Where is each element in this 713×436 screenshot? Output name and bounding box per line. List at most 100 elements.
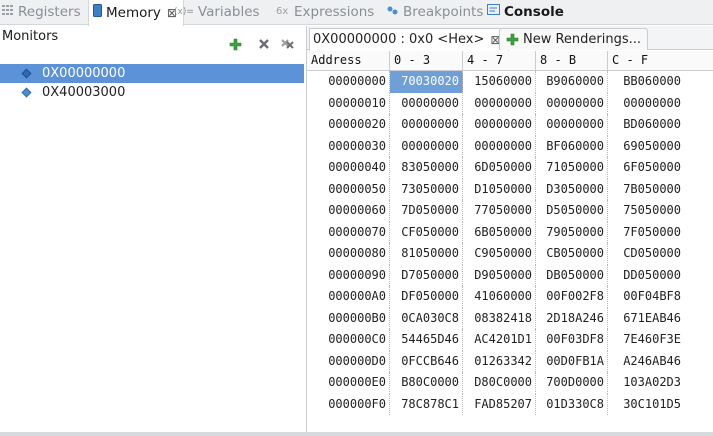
memory-value-cell[interactable]: 00000000 [608, 93, 684, 115]
table-row: 00000090 D7050000 D9050000 DB050000 DD050000 [307, 264, 713, 287]
tab-memory-label: Memory [106, 4, 161, 21]
tab-console[interactable]: Console [487, 0, 564, 25]
rendering-tab-hex[interactable]: 0X00000000 : 0x0 <Hex> ⊠ [309, 28, 510, 51]
table-row: 000000D0 0FCCB646 01263342 00D0FB1A A246AB46 [307, 350, 713, 373]
memory-value-cell[interactable]: 00000000 [390, 92, 463, 114]
memory-value-cell[interactable]: B9060000 [536, 71, 608, 93]
memory-value-cell[interactable]: 00F04BF8 [608, 286, 684, 308]
memory-value-cell[interactable]: AC4201D1 [463, 329, 536, 351]
remove-all-icon [281, 39, 294, 49]
memory-value-cell[interactable]: CF050000 [390, 221, 463, 243]
tab-variables[interactable]: (x)= Variables [174, 0, 260, 25]
monitors-list: 0X00000000 0X40003000 [0, 64, 304, 102]
memory-value-cell[interactable]: D9050000 [463, 264, 536, 286]
address-cell: 000000C0 [307, 329, 390, 351]
memory-value-cell[interactable]: B80C0000 [390, 372, 463, 394]
memory-value-cell[interactable]: CB050000 [536, 243, 608, 265]
memory-value-cell[interactable]: 700D0000 [536, 372, 608, 394]
address-cell: 000000A0 [307, 286, 390, 308]
memory-value-cell[interactable]: 00000000 [536, 92, 608, 114]
memory-value-cell[interactable]: 00D0FB1A [536, 350, 608, 372]
address-cell: 000000B0 [307, 307, 390, 329]
column-header[interactable]: 8 - B [536, 51, 608, 71]
memory-value-cell[interactable]: BD060000 [608, 114, 684, 136]
memory-value-cell[interactable]: 75050000 [608, 200, 684, 222]
table-row: 00000020 00000000 00000000 00000000 BD060000 [307, 114, 713, 136]
memory-value-cell[interactable]: 00000000 [390, 135, 463, 157]
memory-value-cell[interactable]: 00000000 [463, 92, 536, 114]
memory-value-cell[interactable]: 0FCCB646 [390, 350, 463, 372]
remove-monitor-button[interactable] [257, 37, 271, 51]
monitor-item[interactable]: 0X40003000 [0, 83, 304, 102]
memory-value-cell[interactable]: 79050000 [536, 221, 608, 243]
memory-value-cell[interactable]: D3050000 [536, 178, 608, 200]
memory-value-cell[interactable]: D80C0000 [463, 372, 536, 394]
column-header[interactable]: 0 - 3 [390, 51, 463, 71]
memory-value-cell[interactable]: 78C878C1 [390, 393, 463, 415]
memory-value-cell[interactable]: CD050000 [608, 243, 684, 265]
memory-value-cell[interactable]: 01D330C8 [536, 393, 608, 415]
memory-value-cell[interactable]: 7F050000 [608, 222, 684, 244]
tab-breakpoints[interactable]: Breakpoints [387, 0, 483, 25]
memory-value-cell[interactable]: 00000000 [536, 114, 608, 136]
memory-value-cell[interactable]: 81050000 [390, 243, 463, 265]
memory-value-cell[interactable]: DB050000 [536, 264, 608, 286]
tab-registers[interactable]: Registers [2, 0, 81, 25]
memory-value-cell[interactable]: 00000000 [390, 114, 463, 136]
memory-value-cell[interactable]: 70030020 [390, 71, 463, 93]
memory-value-cell[interactable]: D1050000 [463, 178, 536, 200]
memory-value-cell[interactable]: 71050000 [536, 157, 608, 179]
memory-table: Address 0 - 3 4 - 7 8 - B C - F 00000000… [307, 51, 713, 415]
memory-value-cell[interactable]: 00F03DF8 [536, 329, 608, 351]
memory-value-cell[interactable]: 00F002F8 [536, 286, 608, 308]
tab-memory[interactable]: Memory ⊠ [88, 0, 184, 26]
memory-value-cell[interactable]: 2D18A246 [536, 307, 608, 329]
table-row: 00000000 70030020 15060000 B9060000 BB060000 [307, 71, 713, 93]
rendering-tab-label: 0X00000000 : 0x0 <Hex> [313, 32, 485, 47]
add-monitor-button[interactable] [228, 37, 242, 51]
column-header[interactable]: 4 - 7 [463, 51, 536, 71]
memory-value-cell[interactable]: 54465D46 [390, 329, 463, 351]
memory-value-cell[interactable]: 30C101D5 [608, 394, 684, 416]
memory-value-cell[interactable]: 7E460F3E [608, 329, 684, 351]
memory-value-cell[interactable]: D7050000 [390, 264, 463, 286]
monitor-item[interactable]: 0X00000000 [0, 64, 304, 83]
table-row: 000000F0 78C878C1 FAD85207 01D330C8 30C101D5 [307, 393, 713, 416]
memory-value-cell[interactable]: 08382418 [463, 307, 536, 329]
memory-value-cell[interactable]: DD050000 [608, 265, 684, 287]
tab-registers-label: Registers [18, 4, 81, 20]
tab-expressions[interactable]: 6x Expressions [276, 0, 374, 25]
memory-value-cell[interactable]: A246AB46 [608, 351, 684, 373]
new-renderings-tab[interactable]: New Renderings... [499, 28, 649, 50]
column-header[interactable]: Address [307, 51, 390, 71]
memory-value-cell[interactable]: 0CA030C8 [390, 307, 463, 329]
memory-value-cell[interactable]: BF060000 [536, 135, 608, 157]
memory-value-cell[interactable]: D5050000 [536, 200, 608, 222]
memory-value-cell[interactable]: DF050000 [390, 286, 463, 308]
memory-value-cell[interactable]: 103A02D3 [608, 372, 684, 394]
column-header[interactable]: C - F [608, 51, 684, 71]
memory-value-cell[interactable]: BB060000 [608, 71, 684, 93]
memory-value-cell[interactable]: 7B050000 [608, 179, 684, 201]
memory-value-cell[interactable]: 77050000 [463, 200, 536, 222]
monitor-address: 0X00000000 [42, 66, 126, 81]
memory-value-cell[interactable]: 7D050000 [390, 200, 463, 222]
memory-value-cell[interactable]: 01263342 [463, 350, 536, 372]
address-cell: 00000030 [307, 135, 390, 157]
memory-value-cell[interactable]: 6F050000 [608, 157, 684, 179]
memory-value-cell[interactable]: 00000000 [463, 135, 536, 157]
memory-value-cell[interactable]: 69050000 [608, 136, 684, 158]
memory-value-cell[interactable]: FAD85207 [463, 393, 536, 415]
memory-value-cell[interactable]: 83050000 [390, 157, 463, 179]
memory-value-cell[interactable]: 41060000 [463, 286, 536, 308]
memory-value-cell[interactable]: C9050000 [463, 243, 536, 265]
expressions-icon: 6x [276, 0, 290, 25]
memory-value-cell[interactable]: 73050000 [390, 178, 463, 200]
memory-value-cell[interactable]: 671EAB46 [608, 308, 684, 330]
memory-value-cell[interactable]: 00000000 [463, 114, 536, 136]
memory-value-cell[interactable]: 15060000 [463, 71, 536, 93]
remove-all-monitors-button[interactable] [281, 37, 295, 51]
address-cell: 00000020 [307, 114, 390, 136]
memory-value-cell[interactable]: 6B050000 [463, 221, 536, 243]
memory-value-cell[interactable]: 6D050000 [463, 157, 536, 179]
